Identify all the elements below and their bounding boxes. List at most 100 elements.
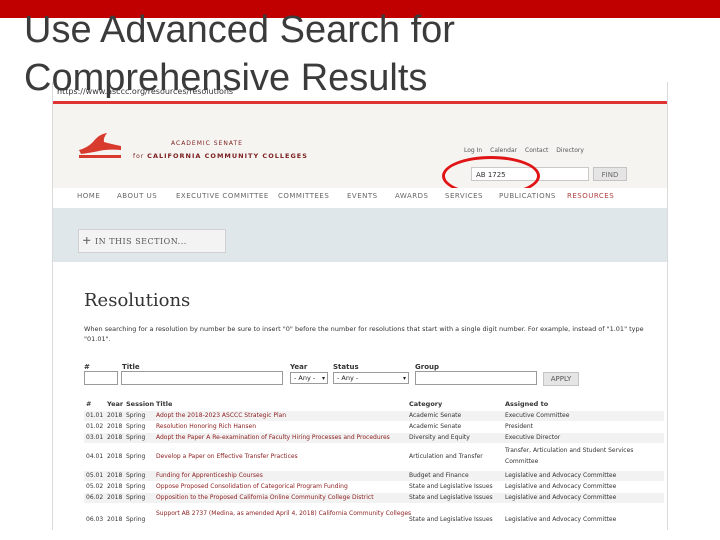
filter-title-label: Title: [122, 363, 140, 371]
row-title-link[interactable]: Adopt the 2018-2023 ASCCC Strategic Plan: [156, 412, 286, 420]
filter-number-label: #: [84, 363, 90, 371]
asccc-logo-icon[interactable]: [77, 130, 123, 160]
row-assigned: Legislative and Advocacy Committee: [505, 483, 617, 490]
row-number: 04.01: [86, 453, 104, 460]
row-category: State and Legislative Issues: [409, 494, 493, 501]
row-category: Articulation and Transfer: [409, 453, 483, 460]
row-number: 06.03: [86, 516, 104, 523]
nav-events[interactable]: EVENTS: [347, 188, 378, 204]
table-row: 05.02 2018 Spring Oppose Proposed Consol…: [84, 482, 664, 492]
filter-year-select[interactable]: - Any - ▾: [290, 372, 328, 384]
row-category: State and Legislative Issues: [409, 516, 493, 523]
table-row: 03.01 2018 Spring Adopt the Paper A Re-e…: [84, 433, 664, 443]
page-title: Resolutions: [84, 290, 191, 311]
filter-status-label: Status: [333, 363, 359, 371]
nav-publications[interactable]: PUBLICATIONS: [499, 188, 556, 204]
filter-group-label: Group: [415, 363, 440, 371]
row-number: 06.02: [86, 494, 104, 501]
row-year: 2018: [107, 516, 123, 523]
org-name-line1: ACADEMIC SENATE: [171, 140, 243, 147]
dropdown-arrow-icon: ▾: [321, 375, 325, 382]
table-row: 06.02 2018 Spring Opposition to the Prop…: [84, 493, 664, 503]
table-row: 06.03 2018 Spring Support AB 2737 (Medin…: [84, 508, 664, 526]
row-category: State and Legislative Issues: [409, 483, 493, 490]
nav-services[interactable]: SERVICES: [445, 188, 483, 204]
filter-title-input[interactable]: [121, 371, 283, 385]
row-category: Academic Senate: [409, 412, 462, 419]
row-year: 2018: [107, 494, 123, 501]
nav-about-us[interactable]: ABOUT US: [117, 188, 157, 204]
link-login[interactable]: Log In: [464, 147, 482, 154]
row-category: Diversity and Equity: [409, 434, 470, 441]
find-button[interactable]: FIND: [593, 167, 627, 181]
website-screenshot: https://www.asccc.org/resources/resoluti…: [52, 82, 668, 530]
row-session: Spring: [126, 494, 146, 501]
table-row: 04.01 2018 Spring Develop a Paper on Eff…: [84, 444, 664, 470]
col-header-assigned[interactable]: Assigned to: [505, 400, 548, 408]
search-note: When searching for a resolution by numbe…: [84, 325, 644, 343]
col-header-title[interactable]: Title: [156, 400, 172, 408]
row-year: 2018: [107, 412, 123, 419]
nav-executive-committee[interactable]: EXECUTIVE COMMITTEE: [176, 188, 269, 204]
row-number: 05.01: [86, 472, 104, 479]
row-assigned: Legislative and Advocacy Committee: [505, 472, 617, 479]
in-this-section-label: IN THIS SECTION...: [95, 237, 187, 246]
row-number: 05.02: [86, 483, 104, 490]
col-header-category[interactable]: Category: [409, 400, 442, 408]
row-assigned: Executive Director: [505, 434, 561, 441]
row-session: Spring: [126, 516, 146, 523]
row-title-link[interactable]: Adopt the Paper A Re-examination of Facu…: [156, 434, 390, 442]
row-title-link[interactable]: Funding for Apprenticeship Courses: [156, 472, 263, 480]
table-row: 01.01 2018 Spring Adopt the 2018-2023 AS…: [84, 411, 664, 421]
row-session: Spring: [126, 453, 146, 460]
plus-icon: +: [82, 234, 92, 247]
link-contact[interactable]: Contact: [525, 147, 548, 154]
apply-button[interactable]: APPLY: [543, 372, 579, 386]
row-category: Academic Senate: [409, 423, 462, 430]
row-assigned: Transfer, Articulation and Student Servi…: [505, 447, 634, 454]
row-title-link[interactable]: Opposition to the Proposed California On…: [156, 494, 374, 502]
filter-status-select[interactable]: - Any - ▾: [333, 372, 409, 384]
table-row: 05.01 2018 Spring Funding for Apprentice…: [84, 471, 664, 481]
row-assigned: Legislative and Advocacy Committee: [505, 516, 617, 523]
nav-home[interactable]: HOME: [77, 188, 100, 204]
link-calendar[interactable]: Calendar: [490, 147, 517, 154]
row-year: 2018: [107, 472, 123, 479]
row-session: Spring: [126, 423, 146, 430]
nav-resources[interactable]: RESOURCES: [567, 188, 614, 204]
col-header-year[interactable]: Year: [107, 400, 123, 408]
row-session: Spring: [126, 483, 146, 490]
row-category: Budget and Finance: [409, 472, 469, 479]
in-this-section-toggle[interactable]: + IN THIS SECTION...: [78, 229, 226, 253]
row-title-link[interactable]: Oppose Proposed Consolidation of Categor…: [156, 483, 348, 491]
row-title-link[interactable]: Support AB 2737 (Medina, as amended Apri…: [156, 510, 411, 518]
col-header-session[interactable]: Session: [126, 400, 154, 408]
row-assigned: President: [505, 423, 533, 430]
org-name-prefix: for: [133, 153, 145, 160]
row-session: Spring: [126, 434, 146, 441]
table-row: 01.02 2018 Spring Resolution Honoring Ri…: [84, 422, 664, 432]
site-header: ACADEMIC SENATE for CALIFORNIA COMMUNITY…: [53, 104, 667, 196]
org-name-line2: for CALIFORNIA COMMUNITY COLLEGES: [133, 152, 308, 160]
filter-year-label: Year: [290, 363, 308, 371]
row-number: 01.02: [86, 423, 104, 430]
row-title-link[interactable]: Resolution Honoring Rich Hansen: [156, 423, 256, 431]
filter-number-input[interactable]: [84, 371, 118, 385]
row-year: 2018: [107, 423, 123, 430]
row-assigned: Legislative and Advocacy Committee: [505, 494, 617, 501]
main-nav: HOME ABOUT US EXECUTIVE COMMITTEE COMMIT…: [53, 188, 667, 204]
row-year: 2018: [107, 434, 123, 441]
row-year: 2018: [107, 453, 123, 460]
col-header-number[interactable]: #: [86, 400, 91, 408]
row-session: Spring: [126, 412, 146, 419]
row-assigned: Executive Committee: [505, 412, 570, 419]
row-assigned-line2: Committee: [505, 458, 539, 465]
row-title-link[interactable]: Develop a Paper on Effective Transfer Pr…: [156, 453, 298, 461]
org-name-main: CALIFORNIA COMMUNITY COLLEGES: [147, 152, 308, 160]
nav-committees[interactable]: COMMITTEES: [278, 188, 329, 204]
filter-group-input[interactable]: [415, 371, 537, 385]
filter-status-value: - Any -: [337, 374, 359, 382]
nav-awards[interactable]: AWARDS: [395, 188, 428, 204]
link-directory[interactable]: Directory: [556, 147, 584, 154]
slide-title: Use Advanced Search for Comprehensive Re…: [24, 9, 455, 99]
